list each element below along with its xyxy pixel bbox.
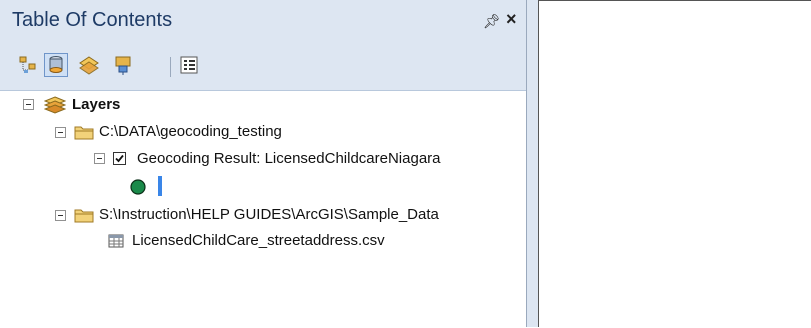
toc-title-bar: Table Of Contents 📌︎ × (0, 0, 526, 42)
toolbar-separator (170, 57, 171, 77)
layer1-label[interactable]: Geocoding Result: LicensedChildcareNiaga… (137, 148, 441, 170)
toc-title: Table Of Contents (12, 9, 173, 31)
map-canvas[interactable] (539, 1, 811, 328)
layer1-visibility-checkbox[interactable] (113, 152, 126, 165)
map-view[interactable] (538, 0, 811, 327)
options-icon[interactable] (178, 54, 200, 76)
folder-icon (74, 123, 94, 146)
pin-icon[interactable]: 📌︎ (483, 13, 501, 30)
close-icon[interactable]: × (506, 9, 517, 30)
table-icon (108, 234, 124, 253)
list-by-drawing-order-icon[interactable] (18, 54, 40, 76)
text-edit-cursor (158, 176, 162, 196)
layer1-collapse-toggle[interactable] (94, 153, 105, 164)
list-by-selection-icon[interactable] (112, 54, 134, 76)
layers-icon (43, 95, 67, 120)
layers-label[interactable]: Layers (72, 94, 120, 116)
panel-splitter[interactable] (526, 0, 538, 327)
folder1-label[interactable]: C:\DATA\geocoding_testing (99, 121, 282, 143)
list-by-source-icon[interactable] (44, 53, 68, 77)
layers-collapse-toggle[interactable] (23, 99, 34, 110)
list-by-visibility-icon[interactable] (78, 54, 100, 76)
table1-label[interactable]: LicensedChildCare_streetaddress.csv (132, 230, 385, 252)
point-symbol-icon[interactable] (129, 178, 147, 201)
folder2-collapse-toggle[interactable] (55, 210, 66, 221)
folder1-collapse-toggle[interactable] (55, 127, 66, 138)
toc-toolbar (0, 42, 526, 91)
table-of-contents-panel: Table Of Contents 📌︎ × Layers C:\DATA\ge… (0, 0, 526, 327)
folder2-label[interactable]: S:\Instruction\HELP GUIDES\ArcGIS\Sample… (99, 204, 439, 226)
folder-icon (74, 206, 94, 229)
